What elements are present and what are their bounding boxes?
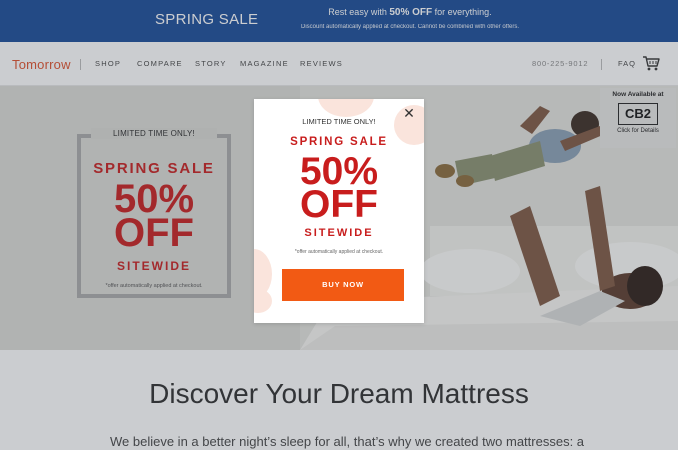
decorative-blob xyxy=(254,289,272,313)
modal-note: *offer automatically applied at checkout… xyxy=(294,249,384,255)
modal-tag: LIMITED TIME ONLY! xyxy=(302,117,376,126)
buy-now-button[interactable]: BUY NOW xyxy=(282,269,404,301)
modal-off: OFF xyxy=(300,183,378,226)
decorative-blob xyxy=(318,99,374,117)
sale-modal: ✕ LIMITED TIME ONLY! SPRING SALE 50% OFF… xyxy=(254,99,424,323)
modal-title: SPRING SALE xyxy=(290,136,388,148)
modal-sitewide: SITEWIDE xyxy=(304,227,374,239)
